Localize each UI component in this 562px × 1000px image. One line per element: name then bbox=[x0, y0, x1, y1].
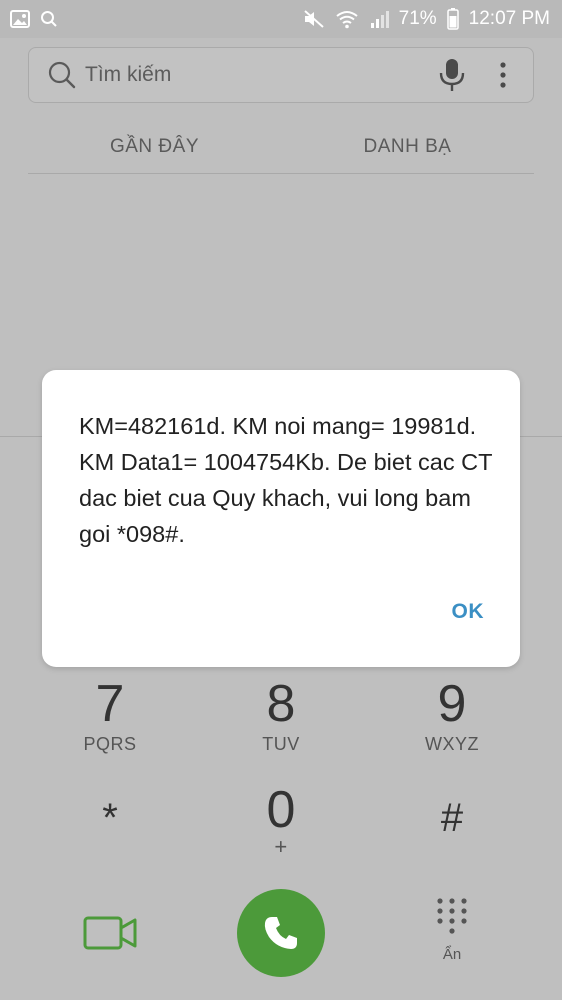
key-hash[interactable]: # bbox=[382, 790, 522, 890]
key-7[interactable]: 7 PQRS bbox=[40, 676, 180, 776]
status-bar-right: 71% 12:07 PM bbox=[303, 8, 550, 30]
more-options-icon[interactable] bbox=[497, 60, 509, 90]
key-9[interactable]: 9 WXYZ bbox=[382, 676, 522, 776]
ussd-dialog: KM=482161d. KM noi mang= 19981d. KM Data… bbox=[42, 370, 520, 667]
battery-icon bbox=[446, 8, 459, 30]
phone-icon bbox=[264, 917, 297, 949]
key-digit: * bbox=[102, 796, 118, 840]
key-digit: # bbox=[440, 796, 464, 840]
key-digit: 0 bbox=[266, 781, 296, 839]
microphone-icon[interactable] bbox=[437, 57, 467, 93]
call-button[interactable] bbox=[237, 889, 325, 977]
key-letters: + bbox=[274, 834, 288, 859]
signal-icon bbox=[369, 9, 389, 29]
key-8[interactable]: 8 TUV bbox=[211, 676, 351, 776]
search-icon[interactable] bbox=[47, 60, 77, 90]
tab-bar: GẦN ĐÂY DANH BẠ bbox=[28, 120, 534, 174]
dialpad-icon bbox=[437, 898, 467, 934]
hide-keypad-label: Ẩn bbox=[442, 946, 462, 963]
key-digit: 7 bbox=[95, 675, 125, 733]
status-time: 12:07 PM bbox=[468, 8, 550, 29]
key-digit: 9 bbox=[437, 675, 467, 733]
key-letters: WXYZ bbox=[425, 734, 479, 754]
key-0[interactable]: 0 + bbox=[211, 782, 351, 882]
ok-button[interactable]: OK bbox=[452, 600, 485, 624]
tab-recent[interactable]: GẦN ĐÂY bbox=[28, 120, 281, 173]
status-bar-left bbox=[10, 10, 58, 28]
dialog-message: KM=482161d. KM noi mang= 19981d. KM Data… bbox=[79, 413, 493, 547]
tab-contacts[interactable]: DANH BẠ bbox=[281, 120, 534, 173]
key-letters: PQRS bbox=[83, 734, 137, 754]
key-letters: TUV bbox=[262, 734, 300, 754]
video-call-icon[interactable] bbox=[82, 912, 138, 954]
gallery-notification-icon bbox=[10, 10, 30, 28]
status-bar: 71% 12:07 PM bbox=[0, 0, 562, 38]
battery-percent: 71% bbox=[398, 8, 437, 29]
search-input[interactable] bbox=[77, 63, 437, 87]
hide-keypad-button[interactable]: Ẩn bbox=[420, 896, 484, 976]
key-star[interactable]: * bbox=[40, 790, 180, 890]
wifi-icon bbox=[335, 9, 359, 29]
search-notification-icon bbox=[40, 10, 58, 28]
mute-icon bbox=[303, 9, 325, 29]
key-digit: 8 bbox=[266, 675, 296, 733]
search-bar[interactable] bbox=[28, 47, 534, 103]
